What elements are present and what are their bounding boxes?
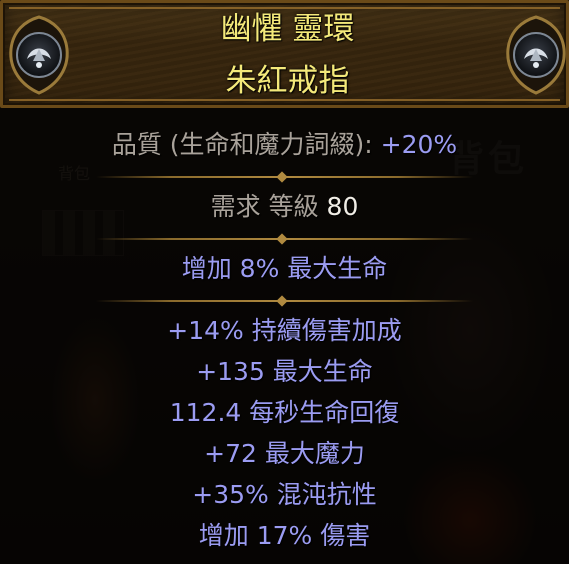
explicit-mod: 增加 17% 傷害 — [198, 521, 371, 550]
item-base-type: 朱紅戒指 — [225, 63, 350, 99]
quality-label: 品質 (生命和魔力詞綴): — [111, 130, 373, 159]
quality-value: +20% — [380, 130, 458, 159]
separator — [96, 238, 473, 240]
requirement-level-value: 80 — [326, 192, 359, 221]
implicit-mod: 增加 8% 最大生命 — [181, 254, 388, 283]
requirement-label: 需求 等級 — [210, 192, 319, 221]
explicit-mod: 112.4 每秒生命回復 — [169, 398, 400, 427]
explicit-mod: +35% 混沌抗性 — [192, 480, 377, 509]
separator — [96, 300, 473, 302]
explicit-mod: +14% 持續傷害加成 — [167, 316, 402, 345]
tooltip-header: 幽懼 靈環 朱紅戒指 — [0, 0, 569, 108]
explicit-mod: +72 最大魔力 — [204, 439, 365, 468]
separator — [96, 176, 473, 178]
requirements-row: 需求 等級 80 — [0, 190, 569, 224]
item-tooltip: 幽懼 靈環 朱紅戒指 品質 (生命和魔力詞綴): +20% 需求 等級 80 增… — [0, 0, 569, 564]
quality-row: 品質 (生命和魔力詞綴): +20% — [0, 128, 569, 162]
explicit-mod: +135 最大生命 — [196, 357, 373, 386]
item-name: 幽懼 靈環 — [220, 11, 355, 47]
